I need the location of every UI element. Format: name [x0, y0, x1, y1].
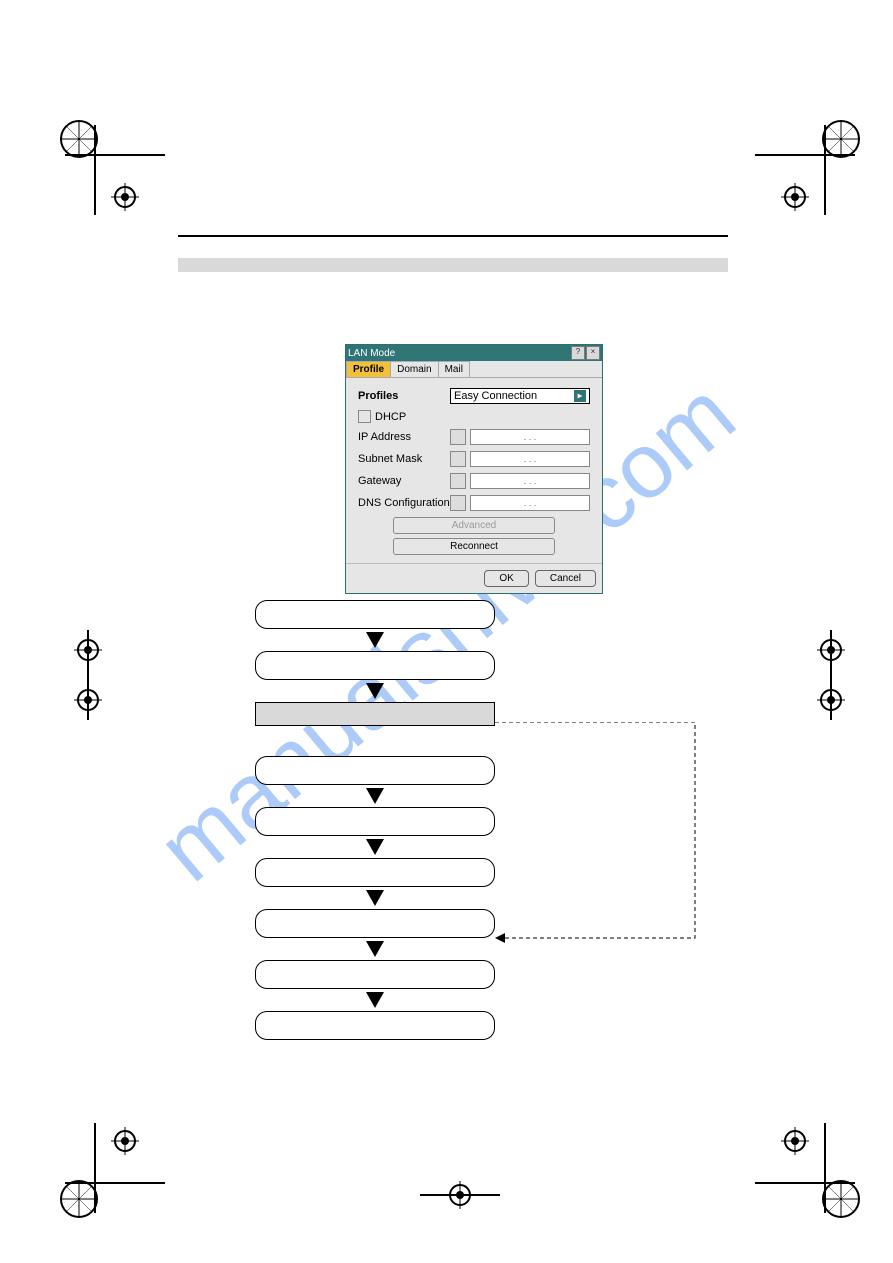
arrow-down-icon: [255, 839, 495, 855]
flow-step-highlight: [255, 702, 495, 726]
arrow-down-icon: [255, 992, 495, 1008]
ok-button[interactable]: OK: [484, 570, 528, 587]
dns-label: DNS Configuration: [358, 497, 450, 509]
keyboard-icon[interactable]: [450, 429, 466, 445]
flow-step: [255, 756, 495, 785]
dialog-titlebar: LAN Mode ? ×: [346, 345, 602, 361]
ip-address-label: IP Address: [358, 431, 450, 443]
arrow-down-icon: [255, 683, 495, 699]
ip-address-field[interactable]: . . .: [470, 429, 590, 445]
gateway-field[interactable]: . . .: [470, 473, 590, 489]
divider-line: [178, 235, 728, 237]
tab-domain[interactable]: Domain: [390, 361, 438, 377]
arrow-down-icon: [255, 632, 495, 648]
crop-mark-icon: [791, 630, 871, 720]
crop-mark-icon: [48, 630, 128, 720]
flow-step: [255, 600, 495, 629]
crop-mark-icon: [55, 115, 165, 225]
gateway-label: Gateway: [358, 475, 450, 487]
arrow-down-icon: [255, 788, 495, 804]
profiles-select[interactable]: Easy Connection: [450, 388, 590, 404]
subnet-mask-label: Subnet Mask: [358, 453, 450, 465]
reconnect-button[interactable]: Reconnect: [393, 538, 555, 555]
dialog-title: LAN Mode: [348, 348, 395, 359]
advanced-button[interactable]: Advanced: [393, 517, 555, 534]
dhcp-checkbox[interactable]: [358, 410, 371, 423]
flowchart: [255, 600, 495, 1040]
divider-band: [178, 258, 728, 272]
flow-step: [255, 651, 495, 680]
crop-mark-icon: [55, 1113, 165, 1223]
flow-step: [255, 960, 495, 989]
close-button[interactable]: ×: [586, 346, 600, 360]
profiles-label: Profiles: [358, 390, 450, 402]
crop-mark-icon: [755, 115, 865, 225]
help-button[interactable]: ?: [571, 346, 585, 360]
flow-step: [255, 1011, 495, 1040]
crop-mark-icon: [420, 1175, 500, 1215]
dns-field[interactable]: . . .: [470, 495, 590, 511]
arrow-down-icon: [255, 941, 495, 957]
keyboard-icon[interactable]: [450, 451, 466, 467]
dhcp-label: DHCP: [375, 411, 406, 423]
arrow-down-icon: [255, 890, 495, 906]
flow-step: [255, 807, 495, 836]
keyboard-icon[interactable]: [450, 495, 466, 511]
subnet-mask-field[interactable]: . . .: [470, 451, 590, 467]
crop-mark-icon: [755, 1113, 865, 1223]
flow-step: [255, 858, 495, 887]
flow-step: [255, 909, 495, 938]
cancel-button[interactable]: Cancel: [535, 570, 596, 587]
lan-mode-dialog: LAN Mode ? × Profile Domain Mail Profile…: [345, 344, 603, 594]
dashed-connector: [495, 722, 715, 957]
tab-profile[interactable]: Profile: [346, 361, 391, 377]
keyboard-icon[interactable]: [450, 473, 466, 489]
dropdown-arrow-icon: [574, 390, 586, 402]
profiles-value: Easy Connection: [454, 390, 537, 402]
tab-mail[interactable]: Mail: [438, 361, 470, 377]
